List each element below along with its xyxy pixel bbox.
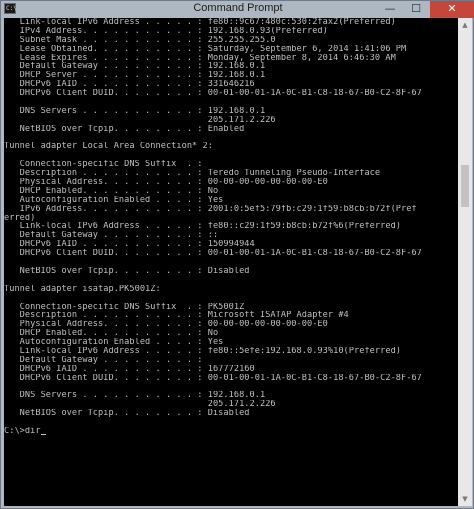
console-line: DHCPv6 IAID . . . . . . . . . . . : 1509… — [4, 240, 255, 250]
console-line: Connection-specific DNS Suffix . : — [4, 160, 203, 170]
console-line: Tunnel adapter isatap.PK5001Z: — [4, 284, 161, 294]
vertical-scrollbar[interactable]: ▲ ▼ — [458, 18, 472, 506]
console-line: C:\>dir — [4, 427, 458, 436]
console-line: Default Gateway . . . . . . . . . : — [4, 355, 203, 365]
console-line: Description . . . . . . . . . . . : Tere… — [4, 169, 381, 179]
console-line: NetBIOS over Tcpip. . . . . . . . : Disa… — [4, 409, 250, 419]
console-line: Lease Expires . . . . . . . . . . : Mond… — [4, 53, 396, 63]
console-line: Connection-specific DNS Suffix . : PK500… — [4, 302, 245, 312]
console-line: Physical Address. . . . . . . . . : 00-0… — [4, 178, 328, 187]
console-line: 205.171.2.226 — [4, 400, 276, 410]
console-line: DHCPv6 IAID . . . . . . . . . . . : 3316… — [4, 80, 255, 90]
arrow-down-icon[interactable]: ▼ — [458, 492, 472, 506]
console-line: Lease Obtained. . . . . . . . . . : Satu… — [4, 44, 407, 54]
console-line: DHCP Server . . . . . . . . . . . : 192.… — [4, 71, 266, 81]
console-line: Autoconfiguration Enabled . . . . : Yes — [4, 195, 224, 205]
console-line: IPv6 Address. . . . . . . . . . . : 2001… — [4, 204, 417, 214]
console-line: IPv4 Address. . . . . . . . . . . : 192.… — [4, 26, 328, 36]
console-line: Subnet Mask . . . . . . . . . . . : 255.… — [4, 35, 276, 45]
console-line: NetBIOS over Tcpip. . . . . . . . : Disa… — [4, 266, 250, 276]
maximize-button[interactable]: ☐ — [403, 1, 429, 18]
close-button[interactable]: ✕ — [430, 1, 474, 18]
console-line: DHCP Enabled. . . . . . . . . . . : No — [4, 186, 219, 196]
console-line: Autoconfiguration Enabled . . . . : Yes — [4, 338, 224, 347]
arrow-up-icon[interactable]: ▲ — [458, 18, 472, 32]
console-line: Default Gateway . . . . . . . . . : 192.… — [4, 62, 266, 72]
text-cursor — [40, 433, 46, 435]
console-line: erred) — [4, 213, 36, 223]
console-line: Tunnel adapter Local Area Connection* 2: — [4, 142, 213, 152]
console-line: Default Gateway . . . . . . . . . : :: — [4, 231, 219, 241]
console-line: DHCPv6 Client DUID. . . . . . . . : 00-0… — [4, 249, 422, 259]
console-line: DNS Servers . . . . . . . . . . . : 192.… — [4, 106, 266, 116]
console-line: Link-local IPv6 Address . . . . . : fe80… — [4, 18, 396, 27]
console-line: 205.171.2.226 — [4, 115, 276, 125]
console-line: DHCPv6 Client DUID. . . . . . . . : 00-0… — [4, 373, 422, 383]
scrollbar-thumb[interactable] — [461, 165, 469, 207]
console-output[interactable]: Link-local IPv6 Address . . . . . : fe80… — [4, 18, 458, 506]
command-prompt-window: C:\ Command Prompt — ☐ ✕ Link-local IPv6… — [0, 0, 474, 509]
console-line: Link-local IPv6 Address . . . . . : fe80… — [4, 222, 402, 232]
title-bar[interactable]: C:\ Command Prompt — ☐ ✕ — [1, 1, 474, 18]
console-line: Description . . . . . . . . . . . : Micr… — [4, 311, 349, 321]
console-line: DNS Servers . . . . . . . . . . . : 192.… — [4, 391, 266, 401]
console-line: NetBIOS over Tcpip. . . . . . . . : Enab… — [4, 124, 245, 134]
console-line: DHCP Enabled. . . . . . . . . . . : No — [4, 329, 219, 339]
console-line: Physical Address. . . . . . . . . : 00-0… — [4, 320, 328, 330]
minimize-button[interactable]: — — [377, 1, 403, 18]
console-line: DHCPv6 Client DUID. . . . . . . . : 00-0… — [4, 89, 422, 99]
console-line: Link-local IPv6 Address . . . . . : fe80… — [4, 346, 402, 356]
console-line: DHCPv6 IAID . . . . . . . . . . . : 1677… — [4, 364, 255, 374]
